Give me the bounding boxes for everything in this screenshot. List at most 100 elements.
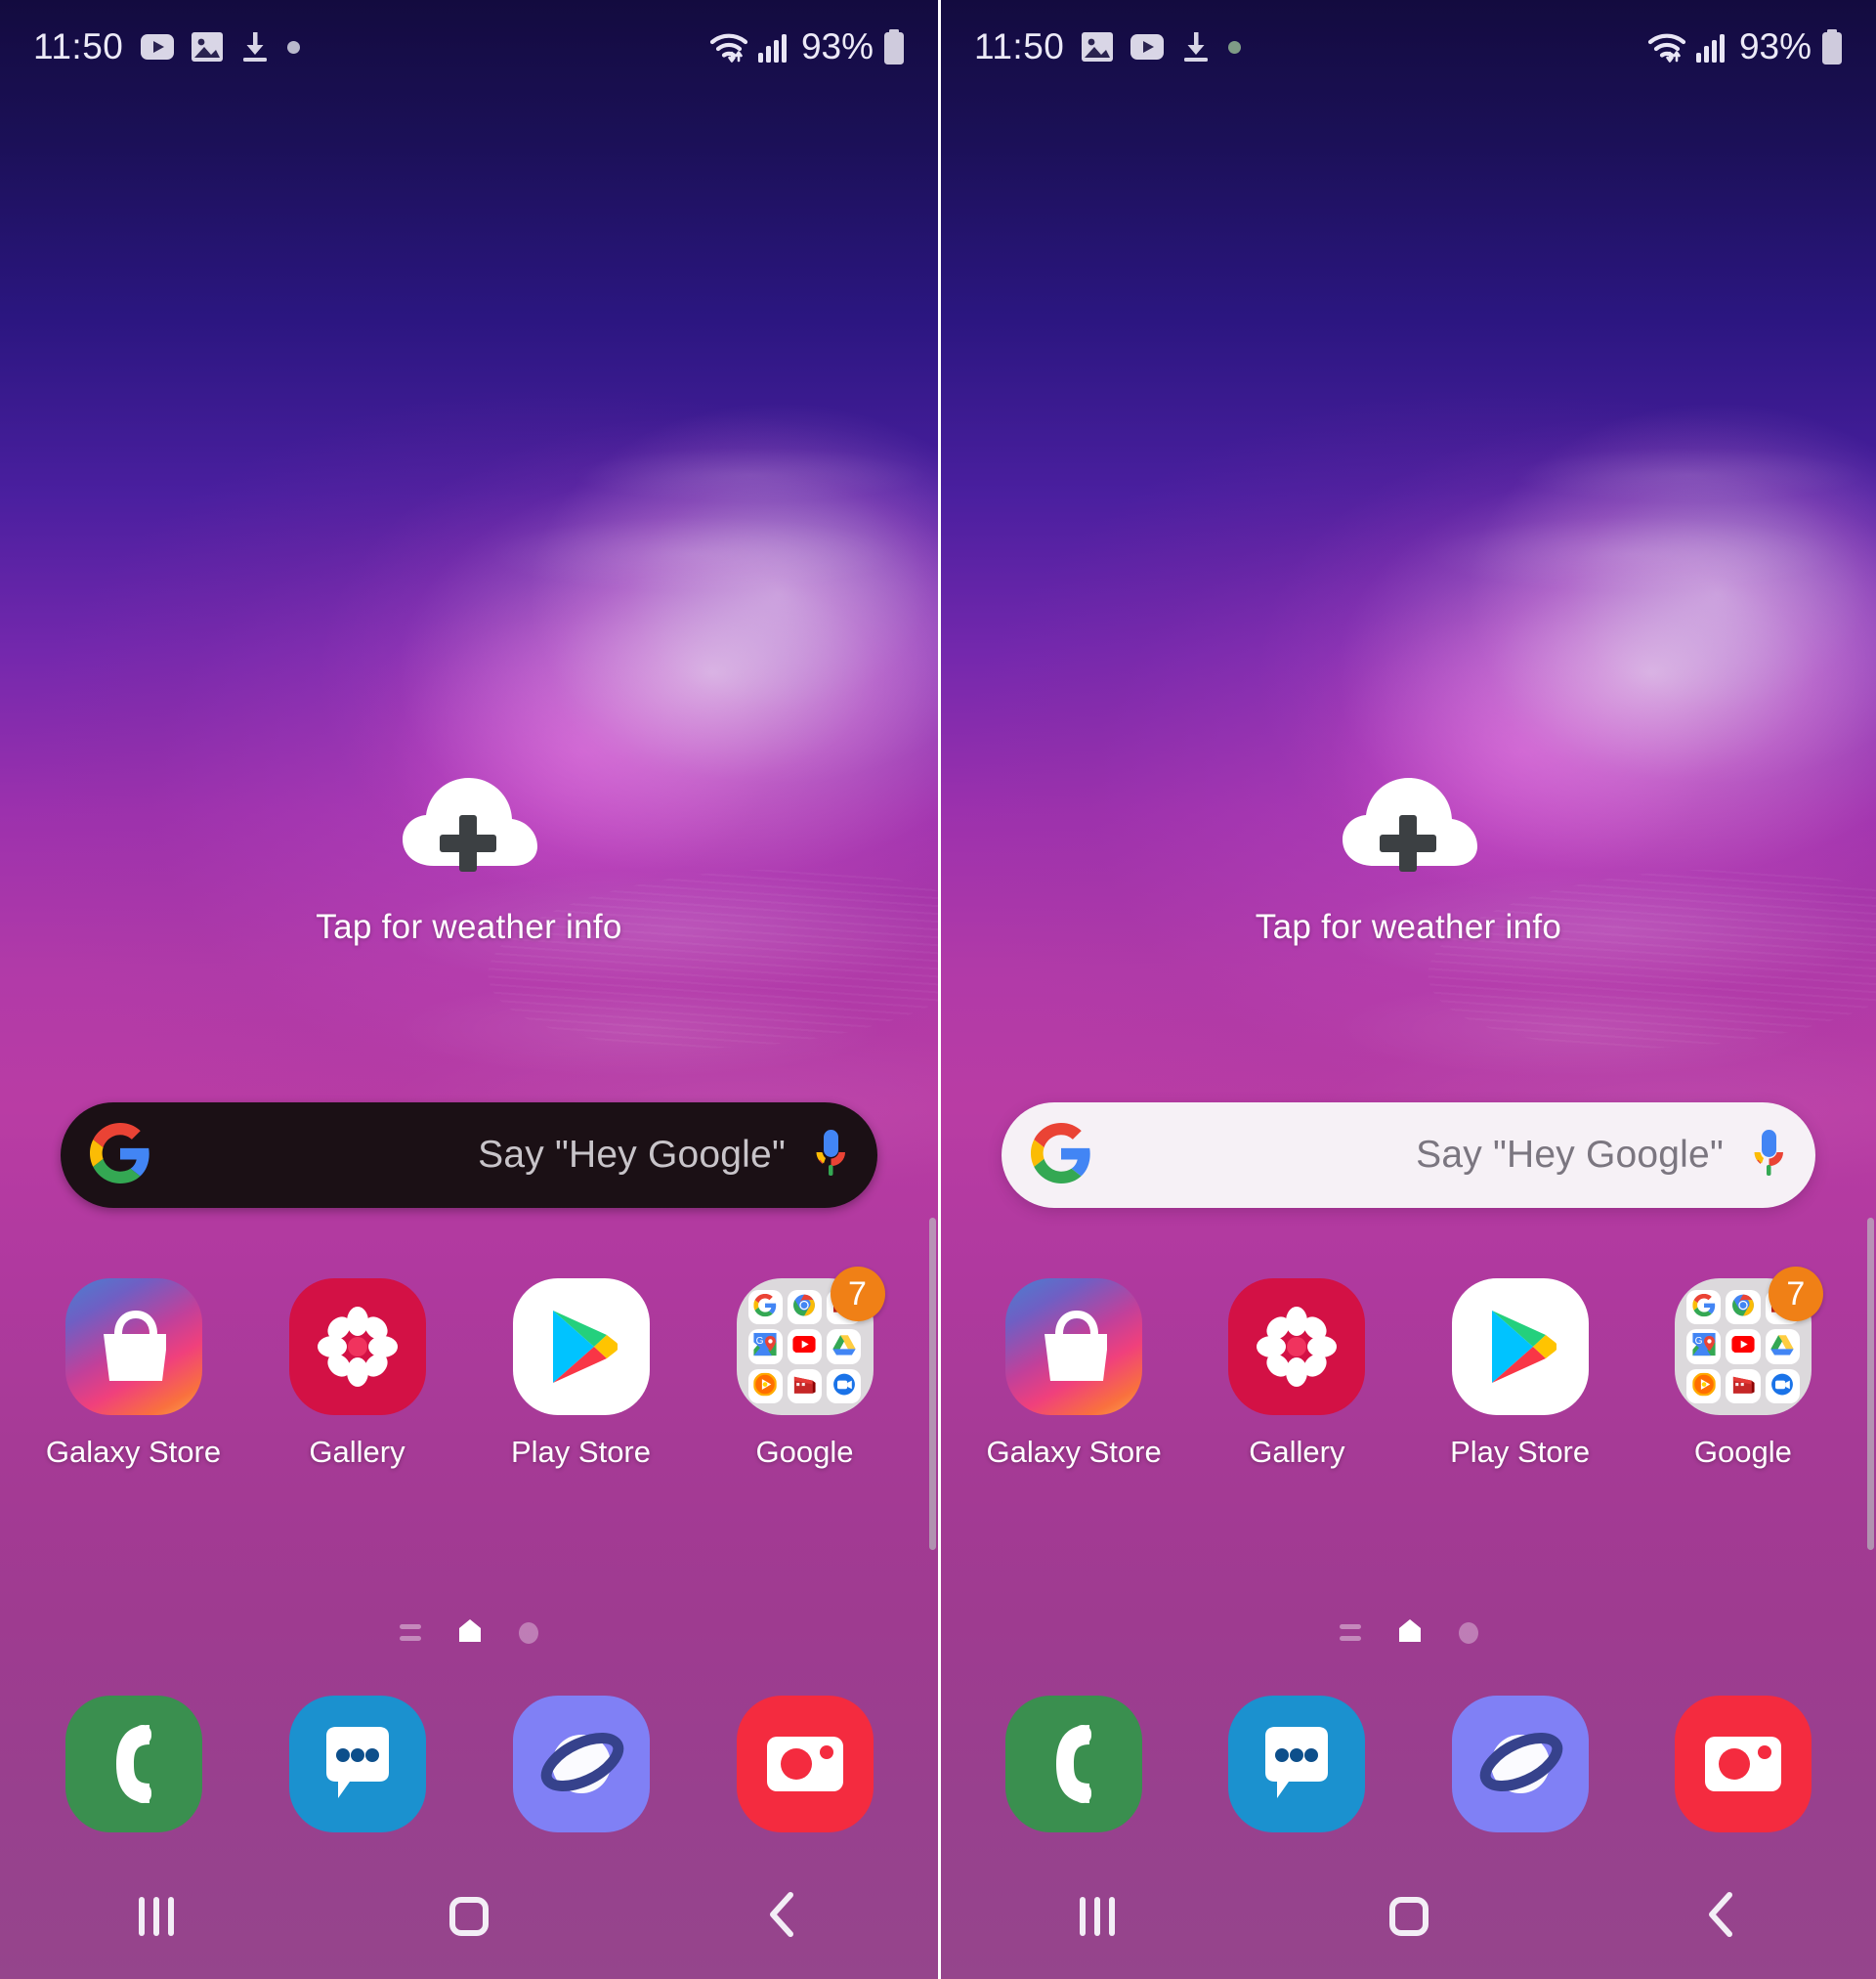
status-bar-right: 93% — [1647, 26, 1843, 67]
dock-camera[interactable] — [693, 1696, 917, 1832]
app-grid: Galaxy Store Gallery Play Store G 7 Google — [0, 1267, 938, 1470]
google-search-bar[interactable]: Say "Hey Google" — [1002, 1102, 1815, 1208]
gallery-icon[interactable] — [1228, 1278, 1366, 1415]
page-indicator-lines-icon[interactable] — [400, 1624, 421, 1641]
folder-app-google[interactable] — [1685, 1290, 1722, 1325]
recents-button[interactable] — [941, 1897, 1253, 1936]
status-wifi-icon — [1647, 31, 1686, 63]
gallery-icon[interactable] — [288, 1278, 426, 1415]
weather-widget[interactable]: Tap for weather info — [0, 772, 938, 947]
page-scrollbar[interactable] — [1867, 1218, 1874, 1550]
app-label: Gallery — [1249, 1435, 1345, 1469]
status-clock: 11:50 — [974, 26, 1065, 66]
galaxy-store-icon[interactable] — [64, 1278, 202, 1415]
back-button[interactable] — [625, 1891, 938, 1943]
dock-phone[interactable] — [962, 1696, 1185, 1832]
app-galaxy-store[interactable]: Galaxy Store — [962, 1278, 1185, 1470]
battery-percentage: 93% — [1738, 26, 1812, 66]
weather-widget-label: Tap for weather info — [1255, 908, 1562, 946]
battery-icon — [1821, 29, 1843, 65]
status-image-icon — [192, 32, 224, 62]
app-google[interactable]: G 7 Google — [1632, 1267, 1855, 1470]
page-indicator-home-icon[interactable] — [1398, 1617, 1422, 1648]
google-search-bar[interactable]: Say "Hey Google" — [61, 1102, 877, 1208]
app-label: Google — [755, 1435, 854, 1469]
battery-icon — [883, 29, 905, 65]
navigation-bar — [0, 1854, 938, 1979]
home-button[interactable] — [1253, 1897, 1564, 1936]
app-label: Play Store — [1450, 1435, 1591, 1469]
folder-badge-count: 7 — [830, 1267, 885, 1321]
app-galaxy-store[interactable]: Galaxy Store — [21, 1278, 245, 1470]
folder-app-play-music[interactable] — [1685, 1368, 1722, 1403]
app-label: Galaxy Store — [45, 1435, 222, 1469]
galaxy-store-icon[interactable] — [1005, 1278, 1143, 1415]
app-label: Google — [1693, 1435, 1792, 1469]
play-store-icon[interactable] — [1451, 1278, 1589, 1415]
back-button[interactable] — [1564, 1891, 1876, 1943]
status-dot-icon — [287, 40, 301, 54]
folder-app-play-movies[interactable] — [1726, 1368, 1761, 1403]
status-download-icon — [1181, 31, 1211, 63]
folder-app-maps[interactable]: G — [747, 1329, 783, 1364]
folder-app-drive[interactable] — [827, 1329, 862, 1364]
cloud-plus-icon[interactable] — [397, 772, 541, 879]
app-label: Gallery — [309, 1435, 405, 1469]
google-folder-icon[interactable]: G7 — [736, 1267, 885, 1415]
app-play-store[interactable]: Play Store — [1409, 1278, 1632, 1470]
home-square-icon — [449, 1897, 489, 1936]
assistant-mic-icon[interactable] — [813, 1128, 848, 1183]
google-folder-icon[interactable]: G7 — [1674, 1267, 1823, 1415]
home-square-icon — [1388, 1897, 1428, 1936]
dock-internet[interactable] — [469, 1696, 693, 1832]
back-chevron-icon — [1706, 1891, 1735, 1943]
weather-widget[interactable]: Tap for weather info — [941, 772, 1876, 947]
status-signal-icon — [1695, 31, 1726, 63]
assistant-mic-icon[interactable] — [1751, 1128, 1786, 1183]
status-image-icon — [1082, 32, 1114, 62]
app-play-store[interactable]: Play Store — [469, 1278, 693, 1470]
folder-app-maps[interactable]: G — [1685, 1329, 1722, 1364]
app-gallery[interactable]: Gallery — [245, 1278, 469, 1470]
folder-app-drive[interactable] — [1765, 1329, 1800, 1364]
svg-text:G: G — [1694, 1336, 1702, 1347]
app-grid: Galaxy Store Gallery Play Store G 7 Google — [941, 1267, 1876, 1470]
cloud-plus-icon[interactable] — [1337, 772, 1481, 879]
recents-button[interactable] — [0, 1897, 313, 1936]
navigation-bar — [941, 1854, 1876, 1979]
folder-app-duo[interactable] — [1765, 1368, 1800, 1403]
folder-app-google[interactable] — [747, 1290, 783, 1325]
page-indicator — [0, 1617, 938, 1648]
page-indicator-dot-icon[interactable] — [519, 1621, 538, 1644]
dock-phone[interactable] — [21, 1696, 245, 1832]
status-clock: 11:50 — [33, 26, 124, 66]
folder-app-chrome[interactable] — [1726, 1290, 1761, 1325]
dock-internet[interactable] — [1409, 1696, 1632, 1832]
status-bar-left: 11:50 — [33, 26, 301, 67]
dock-camera[interactable] — [1632, 1696, 1855, 1832]
folder-app-chrome[interactable] — [787, 1290, 823, 1325]
app-gallery[interactable]: Gallery — [1185, 1278, 1408, 1470]
dock-messages[interactable] — [1185, 1696, 1408, 1832]
app-google[interactable]: G 7 Google — [693, 1267, 917, 1470]
status-bar: 11:50 93% — [941, 0, 1876, 94]
home-button[interactable] — [313, 1897, 625, 1936]
back-chevron-icon — [767, 1891, 796, 1943]
folder-app-youtube[interactable] — [1726, 1329, 1761, 1364]
folder-app-duo[interactable] — [827, 1368, 862, 1403]
page-indicator-dot-icon[interactable] — [1458, 1621, 1478, 1644]
status-bar: 11:50 93% — [0, 0, 938, 94]
status-bar-right: 93% — [709, 26, 905, 67]
folder-app-play-music[interactable] — [747, 1368, 783, 1403]
dock-messages[interactable] — [245, 1696, 469, 1832]
page-scrollbar[interactable] — [929, 1218, 936, 1550]
page-indicator-home-icon[interactable] — [458, 1617, 482, 1648]
page-indicator-lines-icon[interactable] — [1339, 1624, 1361, 1641]
left-panel: 11:50 93% Tap for weather info Say "Hey Goo… — [0, 0, 938, 1979]
page-indicator — [941, 1617, 1876, 1648]
folder-app-youtube[interactable] — [787, 1329, 823, 1364]
folder-badge-count: 7 — [1768, 1267, 1823, 1321]
status-youtube-icon — [141, 34, 175, 60]
play-store-icon[interactable] — [512, 1278, 650, 1415]
folder-app-play-movies[interactable] — [787, 1368, 823, 1403]
